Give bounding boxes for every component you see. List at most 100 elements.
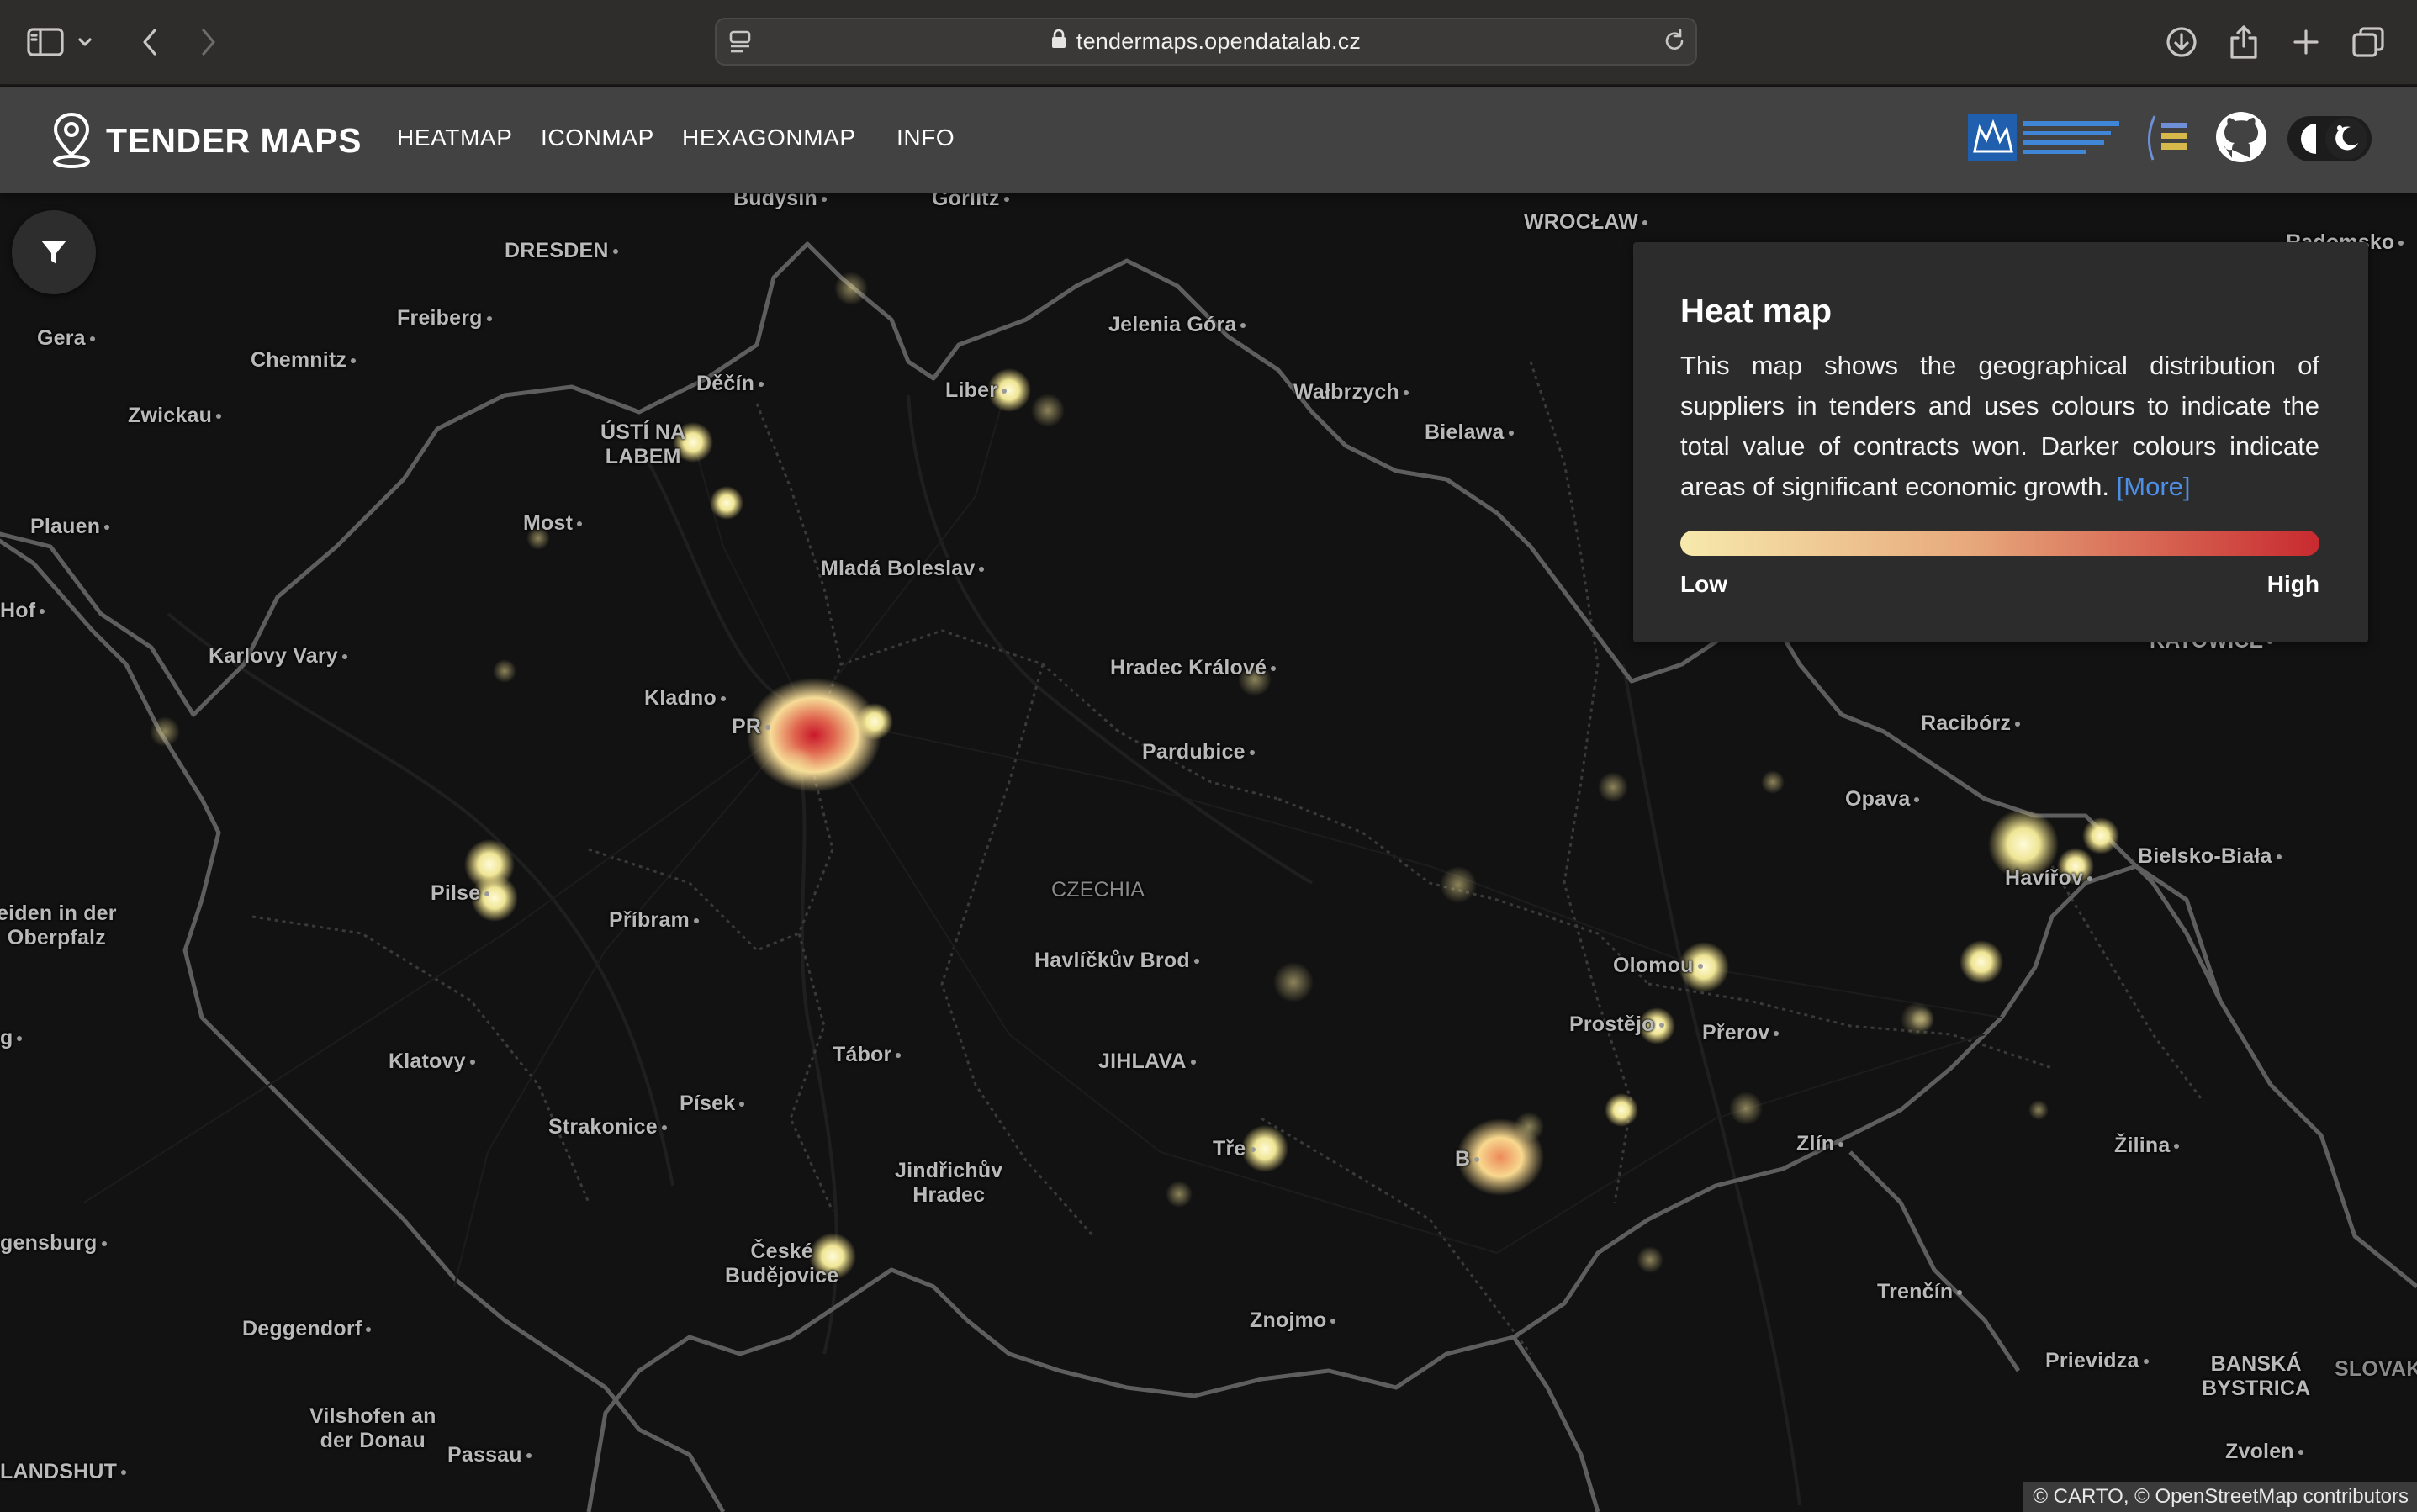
settlement-dot	[1193, 959, 1199, 965]
address-bar[interactable]: tendermaps.opendatalab.cz	[715, 18, 1697, 66]
reload-icon[interactable]	[1662, 29, 1687, 58]
settlement-dot	[526, 1453, 532, 1459]
settlement-dot	[739, 1102, 745, 1108]
chevron-down-icon[interactable]	[71, 19, 99, 66]
brand[interactable]: TENDER MAPS	[49, 112, 362, 168]
settlement-dot	[1642, 220, 1648, 226]
browser-toolbar: tendermaps.opendatalab.cz	[0, 0, 2417, 86]
place-label: Pilse	[431, 881, 490, 906]
nav-hexagonmap[interactable]: HEXAGONMAP	[682, 124, 856, 151]
settlement-dot	[896, 1053, 902, 1059]
map-attribution[interactable]: © CARTO, © OpenStreetMap contributors	[2023, 1482, 2417, 1512]
settlement-dot	[2298, 1450, 2303, 1456]
place-label: Karlovy Vary	[209, 644, 347, 669]
heatmap-legend: Heat map This map shows the geographical…	[1633, 242, 2368, 642]
place-label: Bielawa	[1425, 420, 1514, 445]
place-label: gensburg	[0, 1231, 107, 1256]
lock-icon	[1051, 29, 1066, 55]
download-icon[interactable]	[2156, 19, 2207, 66]
settlement-dot	[1250, 1147, 1256, 1153]
place-label: Opava	[1845, 787, 1920, 812]
app-navbar: TENDER MAPS HEATMAP ICONMAP HEXAGONMAP I…	[0, 87, 2417, 193]
place-label: Tře	[1213, 1137, 1256, 1161]
place-label: Passau	[447, 1443, 532, 1467]
place-label: České Budějovice	[725, 1240, 839, 1287]
filter-button[interactable]	[12, 210, 96, 294]
place-label: Klatovy	[389, 1049, 475, 1074]
place-label: SLOVAK	[2335, 1357, 2417, 1381]
share-icon[interactable]	[2219, 19, 2269, 66]
place-label: Deggendorf	[242, 1317, 372, 1341]
forward-icon[interactable]	[183, 19, 234, 66]
settlement-dot	[720, 696, 726, 702]
settlement-dot	[101, 1241, 107, 1247]
place-label: CZECHIA	[1051, 878, 1145, 901]
new-tab-icon[interactable]	[2281, 19, 2331, 66]
settlement-dot	[979, 567, 985, 573]
place-label: Olomou	[1613, 954, 1703, 978]
place-label: Jelenia Góra	[1108, 313, 1246, 337]
place-label: Kladno	[644, 686, 726, 711]
url-text: tendermaps.opendatalab.cz	[1076, 29, 1362, 54]
fit-ctu-logo[interactable]	[1968, 111, 2123, 165]
settlement-dot	[1190, 1060, 1196, 1065]
place-label: BANSKÁ BYSTRICA	[2202, 1352, 2311, 1400]
settlement-dot	[351, 358, 357, 364]
settlement-dot	[341, 654, 347, 660]
settlement-dot	[1271, 666, 1277, 672]
legend-text: This map shows the geographical distribu…	[1680, 351, 2319, 501]
settlement-dot	[2143, 1359, 2149, 1365]
settlement-dot	[1002, 389, 1008, 394]
open-data-lab-logo[interactable]	[2143, 113, 2193, 163]
place-label: Bielsko-Biała	[2138, 844, 2282, 869]
app-title: TENDER MAPS	[106, 120, 362, 160]
place-label: Gera	[37, 326, 95, 351]
settlement-dot	[1838, 1142, 1844, 1148]
place-label: ÚSTÍ NA LABEM	[600, 420, 686, 468]
place-label: eiden in der Oberpfalz	[0, 901, 117, 949]
nav-info[interactable]: INFO	[896, 124, 955, 151]
heatmap-map[interactable]: Budysin Gorlitz DRESDEN WROCŁAW Radomsko…	[0, 187, 2417, 1512]
tab-overview-icon[interactable]	[2343, 19, 2393, 66]
settlement-dot	[1774, 1031, 1780, 1037]
place-label: DRESDEN	[505, 239, 618, 263]
sidebar-toggle-icon[interactable]	[20, 19, 71, 66]
legend-gradient	[1680, 531, 2319, 556]
settlement-dot	[121, 1470, 127, 1476]
place-label: Vilshofen an der Donau	[309, 1404, 436, 1452]
filter-icon	[41, 241, 66, 264]
more-link[interactable]: [More]	[2117, 472, 2191, 501]
nav-iconmap[interactable]: ICONMAP	[541, 124, 654, 151]
settlement-dot	[1508, 431, 1514, 436]
settlement-dot	[1957, 1290, 1963, 1296]
place-label: g	[0, 1026, 23, 1050]
settlement-dot	[1403, 390, 1409, 396]
settlement-dot	[2087, 876, 2093, 882]
nav-heatmap[interactable]: HEATMAP	[397, 124, 512, 151]
settlement-dot	[2276, 854, 2282, 860]
settlement-dot	[1658, 1023, 1664, 1028]
place-label: Znojmo	[1250, 1308, 1336, 1333]
place-label: Most	[523, 511, 583, 536]
place-label: Plauen	[30, 515, 110, 539]
place-label: Příbram	[609, 908, 699, 933]
place-label: WROCŁAW	[1524, 210, 1648, 235]
place-label: Hof	[0, 599, 45, 623]
place-label: Písek	[680, 1092, 745, 1116]
settlement-dot	[577, 521, 583, 527]
place-label: Liber	[945, 378, 1008, 403]
place-label: Zlín	[1796, 1132, 1844, 1156]
settlement-dot	[89, 336, 95, 342]
place-label: Jindřichův Hradec	[895, 1159, 1003, 1207]
legend-low-label: Low	[1680, 571, 1727, 597]
place-label: Zvolen	[2225, 1440, 2303, 1464]
github-icon[interactable]	[2213, 109, 2269, 165]
place-label: LANDSHUT	[0, 1460, 127, 1484]
settlement-dot	[17, 1036, 23, 1042]
place-label: Žilina	[2114, 1134, 2180, 1158]
place-label: Trenčín	[1877, 1280, 1963, 1304]
place-label: B	[1455, 1147, 1480, 1171]
theme-toggle[interactable]	[2286, 109, 2373, 168]
back-icon[interactable]	[124, 19, 175, 66]
place-label: JIHLAVA	[1098, 1049, 1196, 1074]
